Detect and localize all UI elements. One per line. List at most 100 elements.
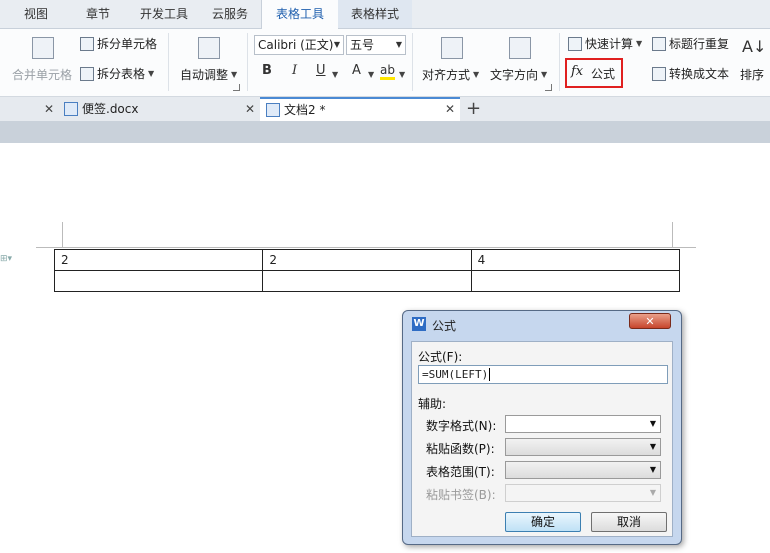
number-format-label: 数字格式(N): (426, 419, 497, 433)
split-table-icon (80, 66, 94, 81)
chevron-down-icon[interactable]: ▼ (399, 70, 405, 79)
sort-icon: A↓ (742, 37, 767, 56)
ribbon-divider (247, 33, 248, 91)
table-cell[interactable]: 2 (262, 249, 472, 271)
font-name-select[interactable]: Calibri (正文) ▼ (254, 35, 344, 55)
close-icon[interactable]: ✕ (245, 97, 255, 121)
formula-input[interactable]: =SUM(LEFT) (418, 365, 668, 384)
document-table[interactable]: 2 2 4 (53, 249, 681, 292)
chevron-down-icon: ▼ (649, 465, 656, 474)
chevron-down-icon: ▼ (395, 40, 402, 49)
margin-mark (672, 222, 673, 248)
doc-tab-notes[interactable]: 便签.docx (64, 97, 254, 121)
text-direction-icon (509, 37, 531, 59)
chevron-down-icon: ▼ (473, 70, 480, 79)
menu-tab-developer[interactable]: 开发工具 (132, 0, 196, 28)
table-range-label: 表格范围(T): (426, 465, 495, 479)
chevron-down-icon: ▼ (649, 488, 656, 497)
quick-calc-button[interactable]: 快速计算 ▼ (568, 35, 642, 52)
formula-button[interactable]: fx 公式 (565, 58, 623, 88)
table-handle-icon[interactable]: ⊞▾ (0, 254, 12, 264)
table-cell[interactable] (262, 270, 472, 292)
repeat-header-button[interactable]: 标题行重复 (652, 35, 729, 52)
dialog-body: 公式(F): =SUM(LEFT) 辅助: 数字格式(N): ▼ 粘贴函数(P)… (411, 341, 673, 537)
ribbon-divider (412, 33, 413, 91)
group-launcher-icon[interactable] (233, 84, 240, 91)
document-icon (266, 103, 280, 117)
menu-tab-cloud[interactable]: 云服务 (202, 0, 258, 28)
repeat-header-icon (652, 36, 666, 51)
cancel-button[interactable]: 取消 (591, 512, 667, 532)
font-size-select[interactable]: 五号 ▼ (346, 35, 406, 55)
group-launcher-icon[interactable] (545, 84, 552, 91)
align-icon (441, 37, 463, 59)
fx-icon: fx (571, 64, 584, 79)
convert-text-icon (652, 66, 666, 81)
sort-button[interactable]: 排序 (740, 66, 764, 83)
menu-tab-table-style[interactable]: 表格样式 (338, 0, 412, 28)
bold-button[interactable]: B (262, 63, 272, 78)
ribbon: 合并单元格 拆分单元格 拆分表格 ▼ 自动调整 ▼ Calibri (正文) ▼ … (0, 29, 770, 97)
chevron-down-icon: ▼ (231, 70, 238, 79)
chevron-down-icon[interactable]: ▼ (332, 70, 338, 79)
chevron-down-icon: ▼ (333, 40, 340, 49)
chevron-down-icon: ▼ (649, 419, 656, 428)
document-tabs: ✕ 便签.docx ✕ 文档2 * ✕ + (0, 97, 770, 121)
paste-function-select[interactable]: ▼ (505, 438, 661, 456)
menu-tab-table-tools[interactable]: 表格工具 (261, 0, 339, 29)
formula-label: 公式 (591, 67, 616, 81)
text-direction-button[interactable]: 文字方向 ▼ (490, 66, 547, 83)
document-icon (64, 102, 78, 116)
ribbon-divider (168, 33, 169, 91)
formula-dialog: W 公式 ✕ 公式(F): =SUM(LEFT) 辅助: 数字格式(N): ▼ … (402, 310, 682, 545)
split-cells-button[interactable]: 拆分单元格 (80, 35, 157, 52)
split-cells-icon (80, 36, 94, 51)
split-table-button[interactable]: 拆分表格 ▼ (80, 65, 154, 82)
table-cell[interactable]: 4 (470, 249, 681, 271)
ribbon-divider (559, 33, 560, 91)
italic-button[interactable]: I (292, 63, 297, 78)
table-row (53, 270, 681, 292)
ok-button[interactable]: 确定 (505, 512, 581, 532)
workspace-gap (0, 121, 770, 143)
merge-cells-button[interactable]: 合并单元格 (12, 66, 72, 83)
margin-mark (62, 222, 63, 248)
underline-button[interactable]: U (316, 63, 326, 78)
menu-tab-chapter[interactable]: 章节 (72, 0, 124, 28)
number-format-select[interactable]: ▼ (505, 415, 661, 433)
convert-text-button[interactable]: 转换成文本 (652, 65, 729, 82)
table-range-select[interactable]: ▼ (505, 461, 661, 479)
chevron-down-icon: ▼ (649, 442, 656, 451)
margin-line (36, 247, 696, 248)
font-color-button[interactable]: A (352, 63, 361, 78)
new-tab-icon[interactable]: + (466, 97, 481, 121)
menu-bar: 视图 章节 开发工具 云服务 表格工具 表格样式 (0, 0, 770, 29)
close-icon[interactable]: ✕ (629, 313, 671, 329)
wps-logo-icon: W (412, 317, 426, 331)
align-button[interactable]: 对齐方式 ▼ (422, 66, 479, 83)
paste-bookmark-select: ▼ (505, 484, 661, 502)
highlight-button[interactable]: ab (380, 63, 395, 80)
paste-bookmark-label: 粘贴书签(B): (426, 488, 496, 502)
calculator-icon (568, 36, 582, 51)
assist-label: 辅助: (418, 397, 447, 411)
formula-field-label: 公式(F): (418, 350, 463, 364)
chevron-down-icon: ▼ (148, 69, 155, 78)
autofit-icon (198, 37, 220, 59)
paste-function-label: 粘贴函数(P): (426, 442, 495, 456)
autofit-button[interactable]: 自动调整 ▼ (180, 66, 237, 83)
table-cell[interactable] (53, 270, 264, 292)
chevron-down-icon[interactable]: ▼ (368, 70, 374, 79)
table-row: 2 2 4 (53, 249, 681, 271)
doc-tab-doc2[interactable]: 文档2 * (260, 97, 460, 121)
close-icon[interactable]: ✕ (445, 97, 455, 121)
merge-cells-icon (32, 37, 54, 59)
close-icon[interactable]: ✕ (44, 97, 54, 121)
table-cell[interactable] (470, 270, 681, 292)
dialog-title-bar[interactable]: W 公式 ✕ (403, 311, 681, 337)
menu-tab-view[interactable]: 视图 (10, 0, 62, 28)
chevron-down-icon: ▼ (636, 39, 643, 48)
chevron-down-icon: ▼ (541, 70, 548, 79)
table-cell[interactable]: 2 (53, 249, 264, 271)
dialog-title: 公式 (432, 319, 457, 333)
